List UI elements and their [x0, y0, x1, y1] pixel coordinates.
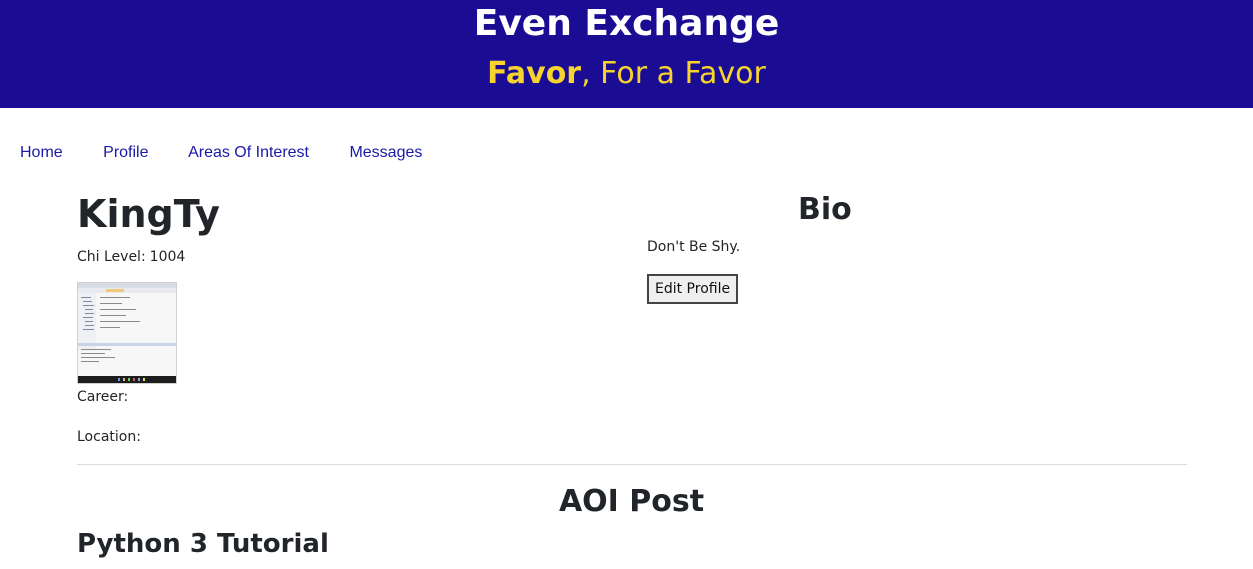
- tagline-strong: Favor: [487, 56, 582, 91]
- profile-username: KingTy: [77, 192, 220, 236]
- bio-heading: Bio: [798, 192, 852, 227]
- location-field: Location:: [77, 429, 141, 445]
- nav-messages-link[interactable]: Messages: [349, 144, 422, 161]
- nav-home-link[interactable]: Home: [20, 144, 63, 161]
- aoi-post-heading: AOI Post: [558, 484, 705, 519]
- post-title[interactable]: Python 3 Tutorial: [77, 526, 329, 562]
- site-header: Even Exchange Favor, For a Favor: [0, 0, 1253, 108]
- career-field: Career:: [77, 389, 129, 405]
- chi-level: Chi Level: 1004: [77, 248, 189, 266]
- section-divider: [77, 464, 1187, 465]
- bio-text: Don't Be Shy.: [647, 239, 741, 255]
- site-title: Even Exchange: [473, 3, 780, 44]
- site-tagline: Favor, For a Favor: [0, 54, 1253, 94]
- profile-avatar-image: [77, 282, 177, 384]
- edit-profile-button[interactable]: Edit Profile: [647, 274, 739, 304]
- nav-areas-of-interest-link[interactable]: Areas Of Interest: [188, 144, 309, 161]
- screenshot-thumbnail-icon: [78, 283, 176, 383]
- chi-level-value: 1004: [149, 249, 186, 265]
- chi-level-label: Chi Level:: [77, 249, 146, 265]
- tagline-rest: , For a Favor: [581, 56, 766, 91]
- main-nav: Home Profile Areas Of Interest Messages: [20, 144, 458, 162]
- nav-profile-link[interactable]: Profile: [103, 144, 148, 161]
